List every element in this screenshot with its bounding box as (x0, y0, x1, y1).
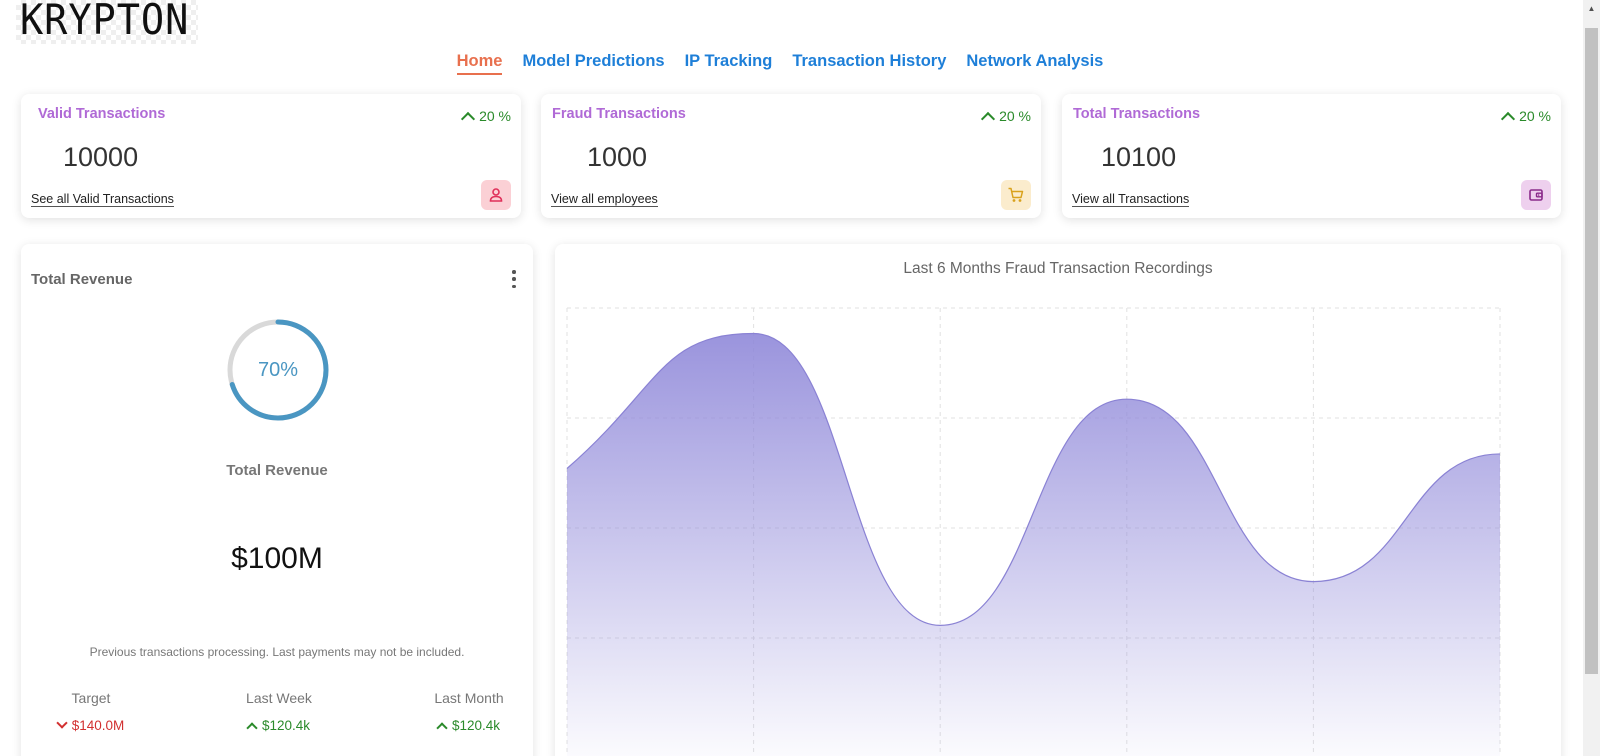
metric-last-week: Last Week $120.4k (209, 690, 349, 734)
fraud-transactions-card: Fraud Transactions 20 % 1000 View all em… (541, 94, 1041, 218)
stat-change: 20 % (981, 108, 1031, 126)
stat-title: Fraud Transactions (552, 106, 686, 122)
metric-value-text: $140.0M (71, 718, 125, 733)
person-icon (481, 180, 511, 210)
stat-change-value: 20 % (479, 108, 511, 124)
metric-label: Last Week (246, 690, 312, 706)
metric-target: Target $140.0M (21, 690, 161, 733)
metric-last-month: Last Month $120.4k (399, 690, 539, 734)
stat-change-value: 20 % (1519, 108, 1551, 124)
chevron-up-icon (246, 721, 258, 734)
metric-value: $120.4k (399, 718, 539, 734)
wallet-icon (1521, 180, 1551, 210)
nav-ip-tracking[interactable]: IP Tracking (685, 52, 773, 75)
revenue-card-title: Total Revenue (31, 271, 133, 288)
fraud-area-chart (566, 307, 1501, 756)
total-revenue-card: Total Revenue 70% Total Revenue $100M Pr… (21, 244, 533, 756)
chevron-down-icon (56, 717, 68, 729)
stat-value: 10000 (63, 142, 139, 172)
stat-title: Total Transactions (1073, 106, 1201, 122)
metric-value-text: $120.4k (261, 718, 311, 733)
scroll-up-arrow-icon[interactable]: ▲ (1583, 0, 1600, 17)
metric-label: Last Month (434, 690, 504, 706)
revenue-subtitle: Total Revenue (226, 462, 328, 479)
stat-change: 20 % (461, 108, 511, 126)
cart-icon (1001, 180, 1031, 210)
logo-text: KRYPTON (20, 0, 190, 44)
nav-transaction-history[interactable]: Transaction History (792, 52, 946, 75)
nav-model-predictions[interactable]: Model Predictions (522, 52, 664, 75)
dashboard-page: KRYPTON Home Model Predictions IP Tracki… (0, 0, 1600, 756)
nav-network-analysis[interactable]: Network Analysis (966, 52, 1103, 75)
chart-area (567, 333, 1500, 756)
chevron-up-icon (981, 111, 996, 126)
main-nav: Home Model Predictions IP Tracking Trans… (0, 52, 1560, 75)
scrollbar-thumb[interactable] (1585, 28, 1598, 674)
stat-value: 1000 (587, 142, 648, 172)
revenue-note: Previous transactions processing. Last p… (89, 645, 465, 659)
stat-value: 10100 (1101, 142, 1177, 172)
view-all-employees-link[interactable]: View all employees (551, 192, 658, 207)
stat-change-value: 20 % (999, 108, 1031, 124)
total-transactions-card: Total Transactions 20 % 10100 View all T… (1062, 94, 1561, 218)
metric-value: $120.4k (209, 718, 349, 734)
more-vertical-icon[interactable] (511, 270, 517, 288)
scrollbar[interactable]: ▲ (1583, 0, 1600, 756)
see-all-valid-transactions-link[interactable]: See all Valid Transactions (31, 192, 174, 207)
stat-change: 20 % (1501, 108, 1551, 126)
metric-label: Target (71, 690, 111, 706)
chevron-up-icon (461, 111, 476, 126)
valid-transactions-card: Valid Transactions 20 % 10000 See all Va… (21, 94, 521, 218)
metric-value-text: $120.4k (451, 718, 501, 733)
stat-title: Valid Transactions (38, 106, 166, 122)
nav-home[interactable]: Home (456, 52, 503, 75)
fraud-chart-card: Last 6 Months Fraud Transaction Recordin… (555, 244, 1561, 756)
revenue-amount: $100M (231, 542, 323, 575)
revenue-percent: 70% (257, 358, 299, 381)
chevron-up-icon (1501, 111, 1516, 126)
metric-value: $140.0M (21, 717, 161, 733)
logo: KRYPTON (16, 0, 198, 44)
chevron-up-icon (436, 721, 448, 734)
view-all-transactions-link[interactable]: View all Transactions (1072, 192, 1190, 207)
